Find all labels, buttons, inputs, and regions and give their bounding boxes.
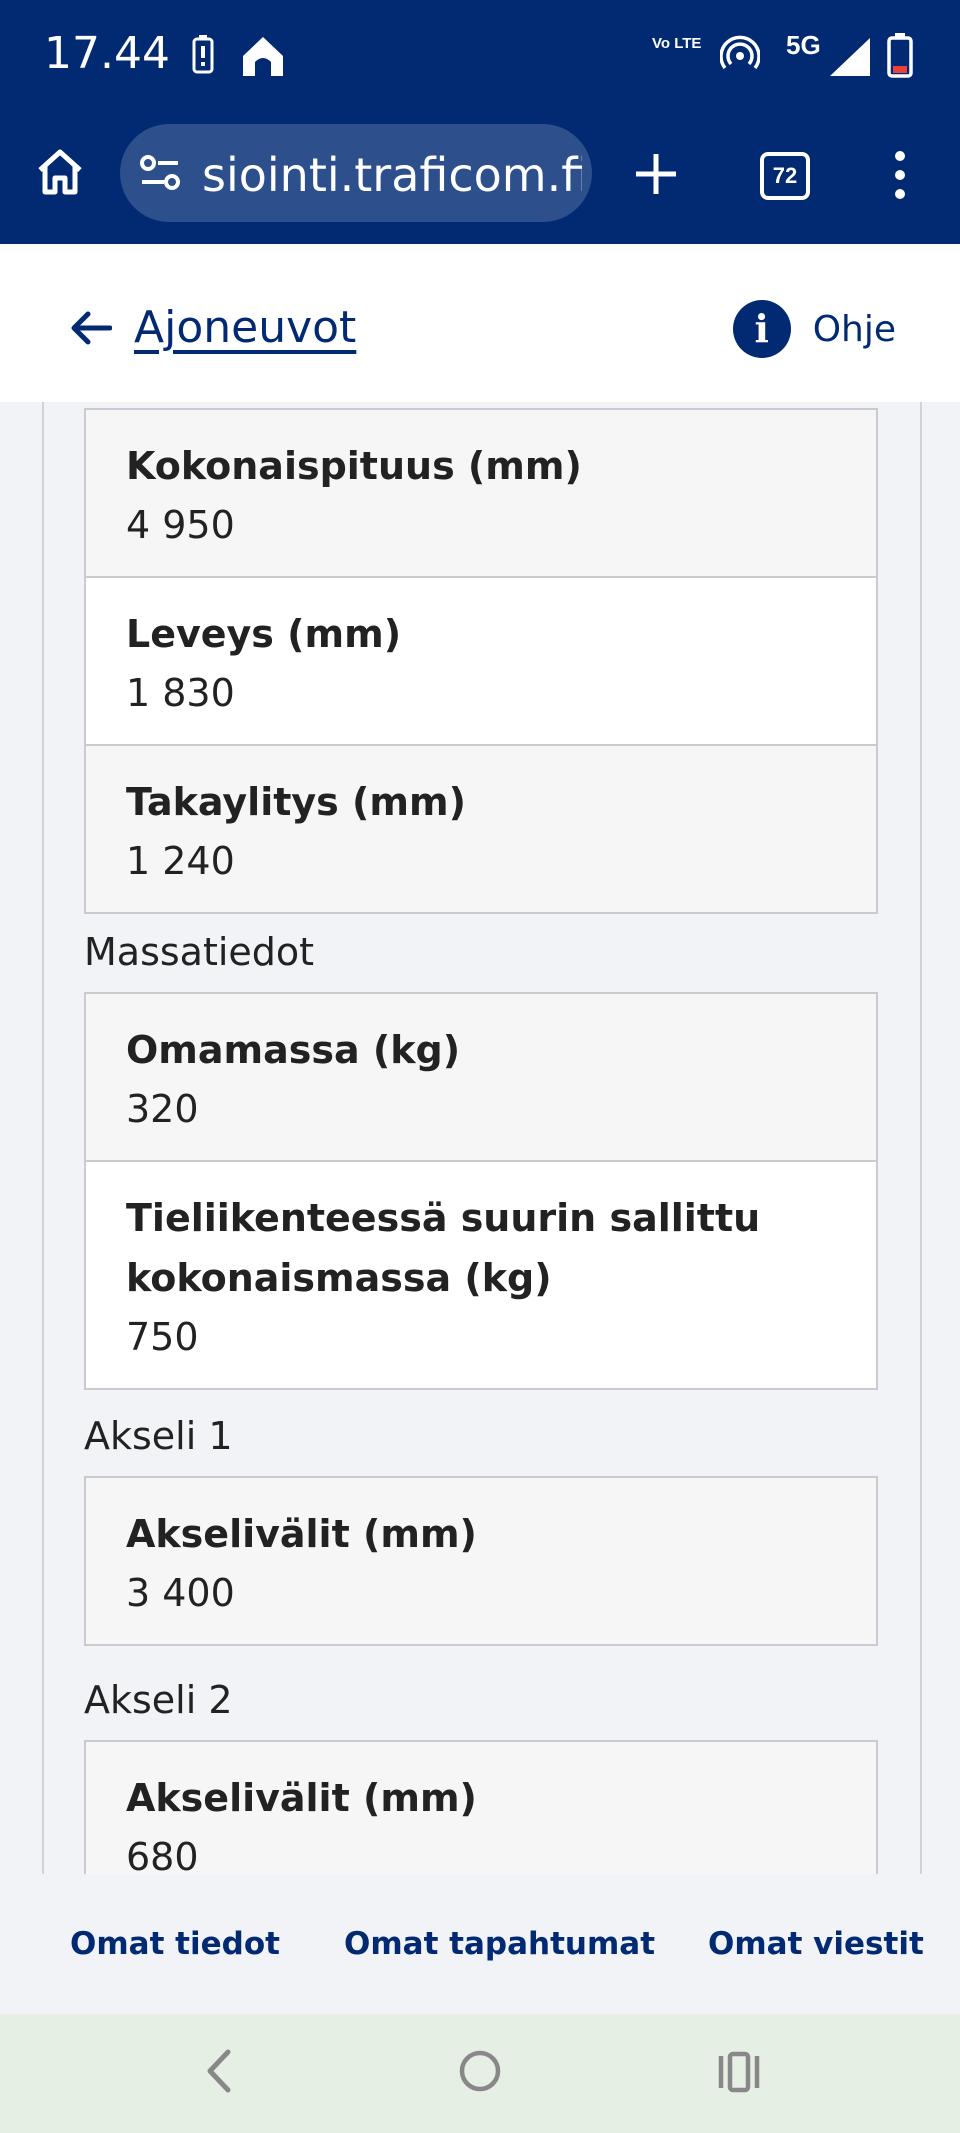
detail-card: Omamassa (kg) 320	[84, 992, 878, 1160]
more-options-icon[interactable]	[890, 150, 910, 200]
info-icon: i	[732, 300, 791, 358]
help-label[interactable]: Ohje	[813, 309, 896, 350]
network-type: 5G	[786, 30, 821, 60]
detail-label: Takaylitys (mm)	[126, 780, 466, 824]
detail-value: 680	[126, 1835, 199, 1874]
section-title-axle-1: Akseli 1	[84, 1414, 233, 1458]
help-button[interactable]: i Ohje	[732, 300, 896, 358]
detail-card: Kokonaispituus (mm) 4 950	[84, 408, 878, 576]
detail-card: Takaylitys (mm) 1 240	[84, 744, 878, 914]
nav-own-messages[interactable]: Omat viestit	[708, 1926, 924, 1962]
detail-card: Akselivälit (mm) 3 400	[84, 1476, 878, 1646]
app-header: Ajoneuvot i Ohje	[0, 244, 960, 402]
nav-own-info[interactable]: Omat tiedot	[70, 1926, 280, 1962]
system-navigation-bar	[0, 2014, 960, 2133]
new-tab-icon[interactable]	[634, 152, 678, 196]
5g-signal-icon	[830, 38, 870, 76]
system-recents-icon[interactable]	[716, 2046, 762, 2096]
detail-value: 750	[126, 1315, 199, 1359]
detail-value: 1 830	[126, 671, 235, 715]
detail-value: 3 400	[126, 1571, 235, 1615]
detail-value: 4 950	[126, 503, 235, 547]
browser-home-icon[interactable]	[34, 146, 86, 198]
detail-label: Omamassa (kg)	[126, 1028, 461, 1072]
tab-switcher-button[interactable]: 72	[760, 152, 810, 200]
back-link-label[interactable]: Ajoneuvot	[134, 302, 356, 353]
detail-card: Akselivälit (mm) 680	[84, 1740, 878, 1874]
axle-2-group: Akselivälit (mm) 680	[84, 1740, 878, 1874]
battery-low-icon	[887, 33, 913, 78]
battery-saver-icon	[192, 35, 214, 74]
section-title-mass: Massatiedot	[84, 930, 315, 974]
status-time: 17.44	[44, 28, 170, 79]
dimensions-group: Kokonaispituus (mm) 4 950 Leveys (mm) 1 …	[84, 408, 878, 914]
status-bar: 17.44 Vo LTE 5G	[0, 0, 960, 112]
detail-card: Leveys (mm) 1 830	[84, 576, 878, 744]
detail-label: Tieliikenteessä suurin sallittu kokonais…	[126, 1196, 761, 1300]
system-back-icon[interactable]	[200, 2046, 236, 2096]
mass-group: Omamassa (kg) 320 Tieliikenteessä suurin…	[84, 992, 878, 1390]
system-home-icon[interactable]	[458, 2046, 502, 2096]
axle-1-group: Akselivälit (mm) 3 400	[84, 1476, 878, 1646]
section-title-axle-2: Akseli 2	[84, 1678, 233, 1722]
hotspot-icon	[720, 35, 760, 70]
detail-value: 320	[126, 1087, 199, 1131]
url-text[interactable]: siointi.traficom.fi	[202, 148, 582, 202]
volte-icon: Vo LTE	[652, 35, 702, 52]
detail-label: Leveys (mm)	[126, 612, 402, 656]
bottom-navigation: Omat tiedot Omat tapahtumat Omat viestit	[0, 1874, 960, 2014]
arrow-left-icon	[71, 311, 112, 344]
home-app-icon	[243, 37, 283, 76]
detail-label: Kokonaispituus (mm)	[126, 444, 582, 488]
detail-card: Tieliikenteessä suurin sallittu kokonais…	[84, 1160, 878, 1390]
browser-toolbar: siointi.traficom.fi 72	[0, 112, 960, 244]
site-settings-icon[interactable]	[138, 152, 184, 194]
vehicle-details-panel: Kokonaispituus (mm) 4 950 Leveys (mm) 1 …	[42, 402, 922, 1874]
detail-label: Akselivälit (mm)	[126, 1512, 477, 1556]
back-link[interactable]: Ajoneuvot	[70, 302, 356, 353]
detail-value: 1 240	[126, 839, 235, 883]
address-bar[interactable]: siointi.traficom.fi	[120, 124, 592, 222]
detail-label: Akselivälit (mm)	[126, 1776, 477, 1820]
nav-own-events[interactable]: Omat tapahtumat	[344, 1926, 655, 1962]
